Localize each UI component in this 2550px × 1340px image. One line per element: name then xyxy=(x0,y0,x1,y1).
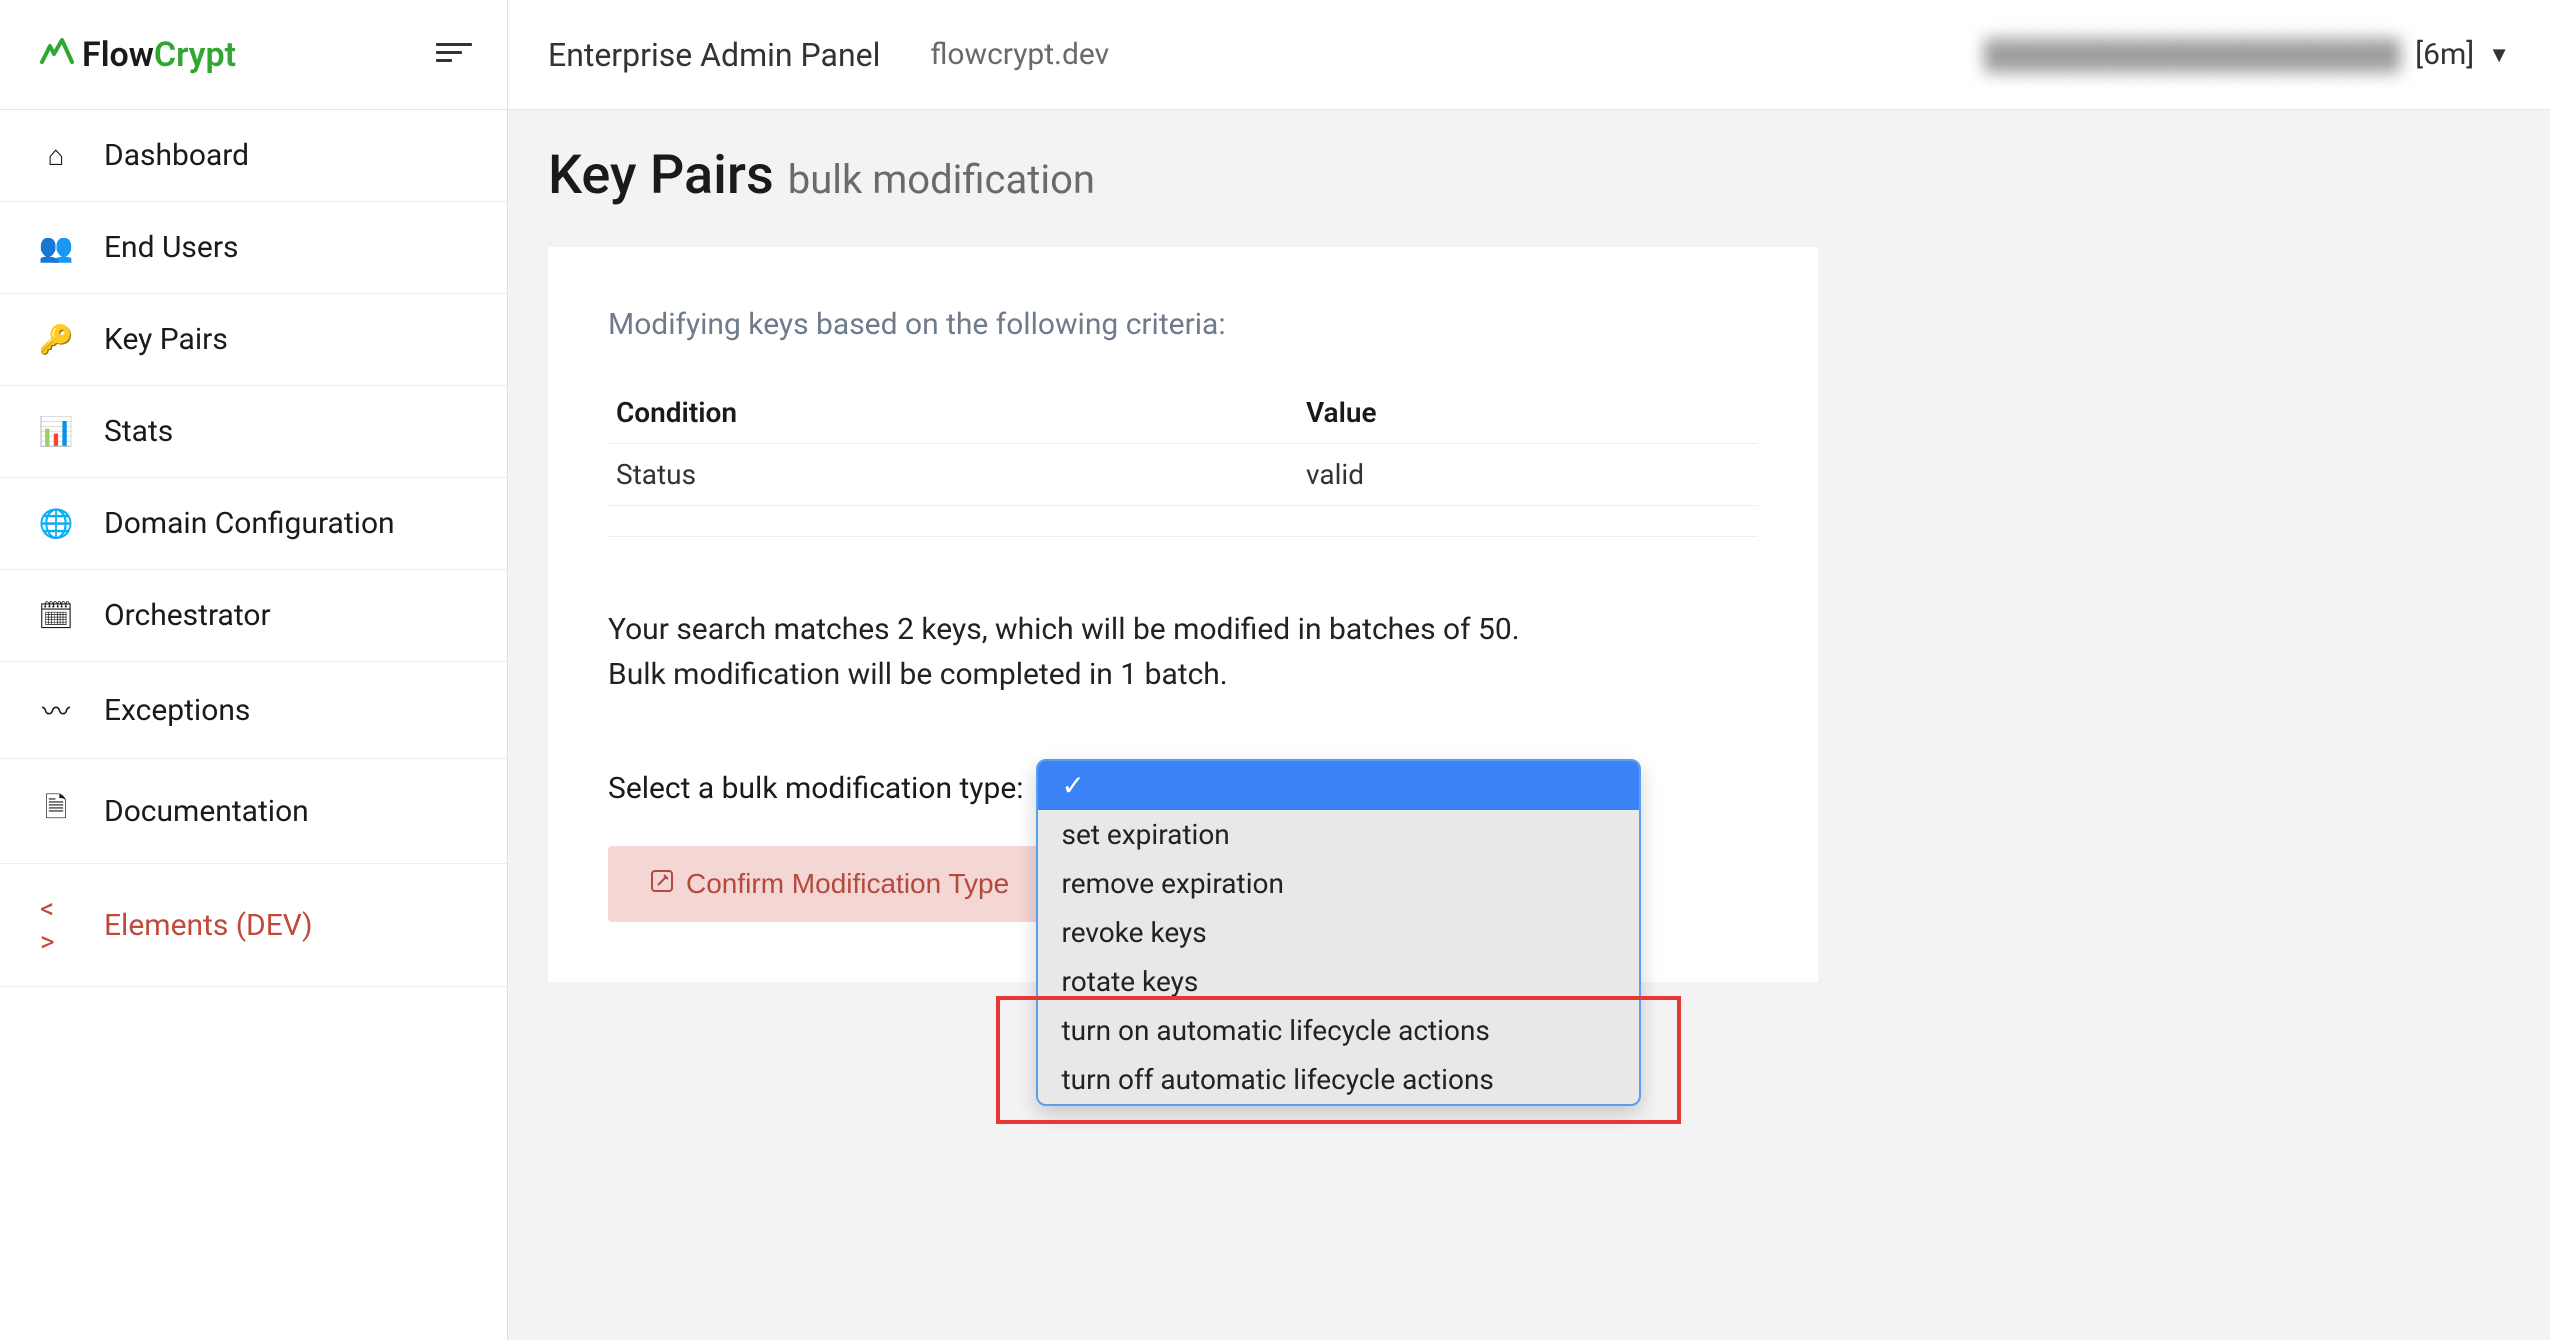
sidebar-item-dashboard[interactable]: ⌂ Dashboard xyxy=(0,110,507,202)
logo-text-flow: Flow xyxy=(82,35,154,75)
sidebar-item-stats[interactable]: 📊 Stats xyxy=(0,386,507,478)
select-option[interactable]: revoke keys xyxy=(1038,908,1639,957)
sidebar: FlowCrypt ⌂ Dashboard 👥 End Users 🔑 Key Pairs… xyxy=(0,0,508,1340)
globe-icon: 🌐 xyxy=(40,507,72,540)
modification-type-row: Select a bulk modification type: ✓set ex… xyxy=(608,767,1758,806)
sidebar-item-end-users[interactable]: 👥 End Users xyxy=(0,202,507,294)
sidebar-item-domain-configuration[interactable]: 🌐 Domain Configuration xyxy=(0,478,507,570)
calendar-icon: 🗓 xyxy=(40,599,72,632)
main-content: Enterprise Admin Panel flowcrypt.dev ███… xyxy=(508,0,2550,1340)
app-title: Enterprise Admin Panel xyxy=(548,36,880,74)
sidebar-item-key-pairs[interactable]: 🔑 Key Pairs xyxy=(0,294,507,386)
logo-text-crypt: Crypt xyxy=(154,35,236,75)
document-icon: 🗎 xyxy=(40,787,72,835)
criteria-header-value: Value xyxy=(1298,382,1758,444)
sidebar-item-label: Orchestrator xyxy=(104,598,271,633)
page-heading: Key Pairs bulk modification xyxy=(508,110,2550,247)
criteria-intro: Modifying keys based on the following cr… xyxy=(608,307,1758,342)
select-option[interactable]: ✓ xyxy=(1038,761,1639,810)
menu-toggle-icon[interactable] xyxy=(436,43,472,67)
sidebar-item-label: Domain Configuration xyxy=(104,506,395,541)
select-option[interactable]: rotate keys xyxy=(1038,957,1639,1006)
table-row: Statusvalid xyxy=(608,444,1758,506)
edit-icon xyxy=(650,869,674,900)
criteria-table: Condition Value Statusvalid xyxy=(608,382,1758,506)
page-title: Key Pairs xyxy=(548,144,774,207)
sidebar-item-label: End Users xyxy=(104,230,238,265)
criteria-header-condition: Condition xyxy=(608,382,1298,444)
sidebar-item-orchestrator[interactable]: 🗓 Orchestrator xyxy=(0,570,507,662)
sidebar-header: FlowCrypt xyxy=(0,0,507,110)
match-summary-line1: Your search matches 2 keys, which will b… xyxy=(608,607,1758,652)
sidebar-item-elements-dev-[interactable]: < > Elements (DEV) xyxy=(0,864,507,987)
key-icon: 🔑 xyxy=(40,323,72,356)
page-subtitle: bulk modification xyxy=(788,156,1095,203)
users-icon: 👥 xyxy=(40,231,72,264)
sidebar-item-documentation[interactable]: 🗎 Documentation xyxy=(0,759,507,864)
select-option[interactable]: turn on automatic lifecycle actions xyxy=(1038,1006,1639,1055)
sidebar-item-exceptions[interactable]: 〰 Exceptions xyxy=(0,662,507,759)
home-icon: ⌂ xyxy=(40,139,72,172)
sidebar-item-label: Dashboard xyxy=(104,138,249,173)
sidebar-item-label: Exceptions xyxy=(104,693,250,728)
bulk-modification-card: Modifying keys based on the following cr… xyxy=(548,247,1818,982)
select-option[interactable]: remove expiration xyxy=(1038,859,1639,908)
logo-mark-icon xyxy=(40,35,74,75)
select-option[interactable]: turn off automatic lifecycle actions xyxy=(1038,1055,1639,1104)
sidebar-item-label: Documentation xyxy=(104,794,309,829)
criteria-value: valid xyxy=(1298,444,1758,506)
stats-icon: 📊 xyxy=(40,415,72,448)
sidebar-item-label: Key Pairs xyxy=(104,322,228,357)
logo[interactable]: FlowCrypt xyxy=(40,35,236,75)
exceptions-icon: 〰 xyxy=(40,690,72,730)
topbar: Enterprise Admin Panel flowcrypt.dev ███… xyxy=(508,0,2550,110)
user-identity: ████████████████████ xyxy=(1984,38,2401,71)
sidebar-item-label: Elements (DEV) xyxy=(104,908,313,943)
modification-type-select[interactable]: ✓set expirationremove expirationrevoke k… xyxy=(1036,759,1641,1106)
select-option[interactable]: set expiration xyxy=(1038,810,1639,859)
confirm-button-label: Confirm Modification Type xyxy=(686,868,1009,900)
match-summary-line2: Bulk modification will be completed in 1… xyxy=(608,652,1758,697)
sidebar-item-label: Stats xyxy=(104,414,173,449)
confirm-modification-button[interactable]: Confirm Modification Type xyxy=(608,846,1051,922)
match-summary: Your search matches 2 keys, which will b… xyxy=(608,607,1758,697)
session-time: [6m] xyxy=(2415,37,2474,72)
criteria-condition: Status xyxy=(608,444,1298,506)
select-label: Select a bulk modification type: xyxy=(608,767,1024,806)
domain-label: flowcrypt.dev xyxy=(930,37,1109,72)
sidebar-nav: ⌂ Dashboard 👥 End Users 🔑 Key Pairs 📊 Stats 🌐 Dom… xyxy=(0,110,507,987)
chevron-down-icon[interactable]: ▼ xyxy=(2488,42,2510,68)
code-icon: < > xyxy=(40,892,72,958)
